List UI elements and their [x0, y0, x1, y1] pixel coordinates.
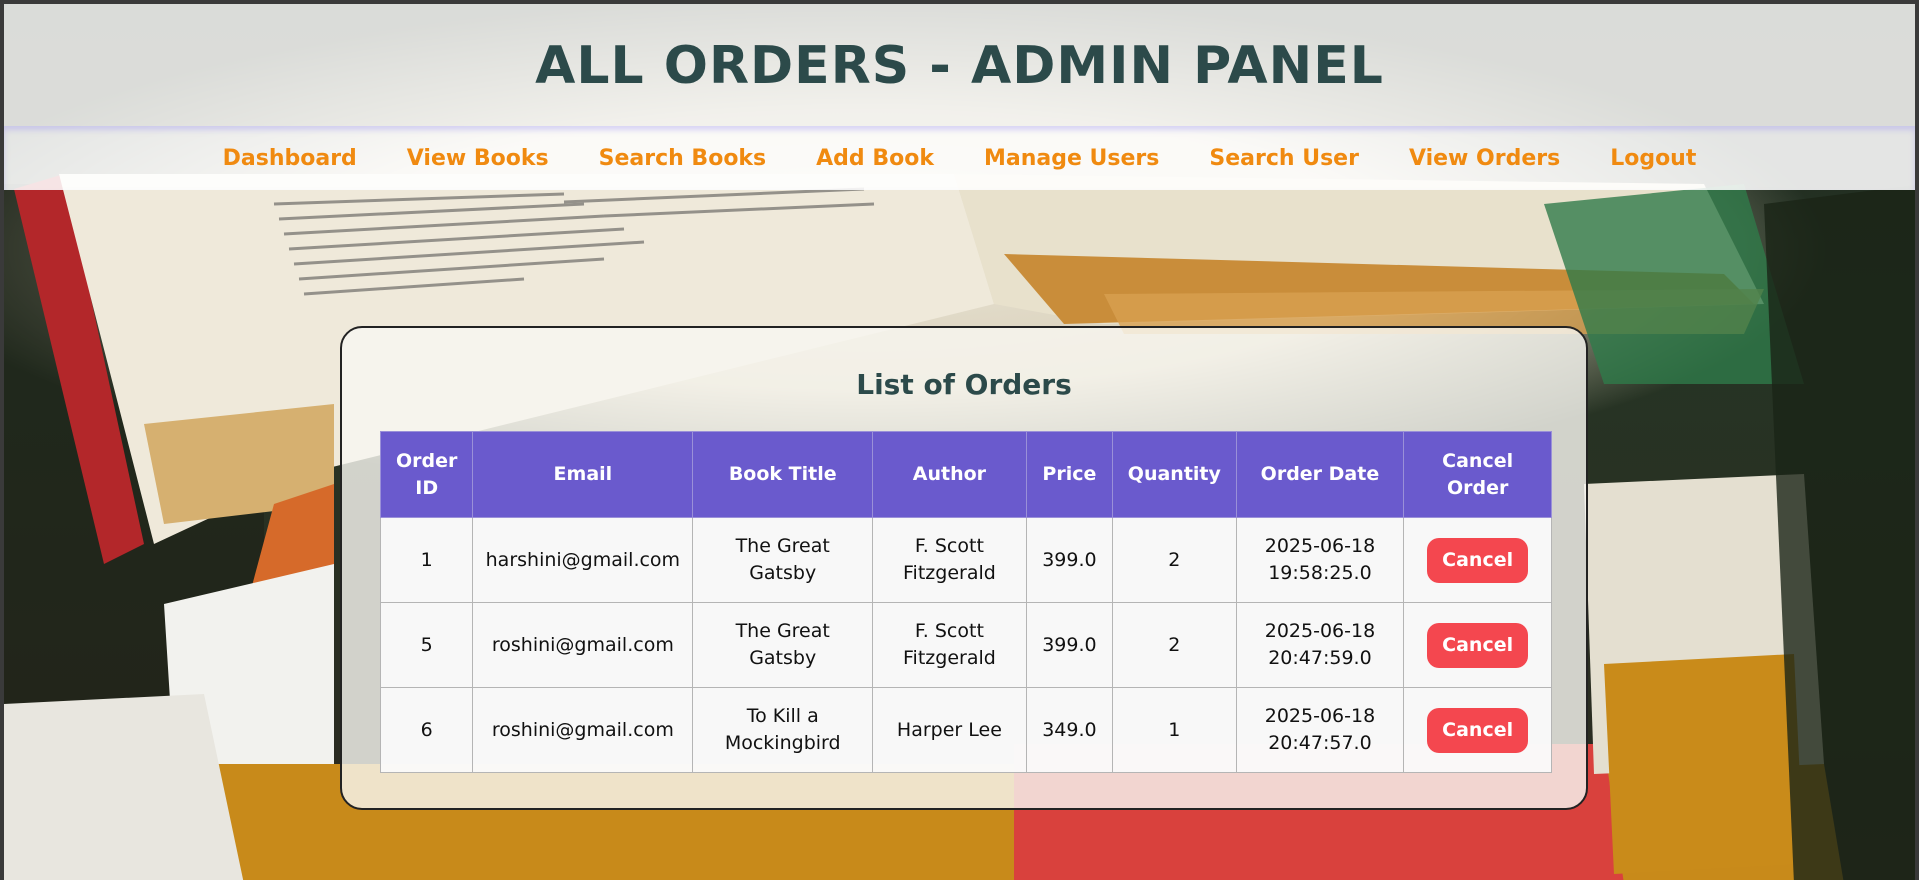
cell-book-title: To Kill a Mockingbird — [692, 687, 874, 773]
nav-dashboard-link[interactable]: Dashboard — [223, 146, 357, 171]
cancel-order-button[interactable]: Cancel — [1427, 622, 1529, 668]
cell-email: roshini@gmail.com — [472, 687, 694, 773]
cell-quantity: 1 — [1112, 687, 1237, 773]
nav-add-book-link[interactable]: Add Book — [816, 146, 934, 171]
col-book-title: Book Title — [692, 431, 874, 518]
orders-card: List of Orders Order ID Email Book Title… — [340, 326, 1588, 810]
cell-price: 399.0 — [1025, 602, 1114, 688]
nav-view-orders-link[interactable]: View Orders — [1409, 146, 1560, 171]
cell-order-date: 2025-06-18 19:58:25.0 — [1235, 517, 1405, 603]
cell-author: Harper Lee — [872, 687, 1027, 773]
orders-heading: List of Orders — [856, 368, 1072, 401]
nav-search-user-link[interactable]: Search User — [1209, 146, 1359, 171]
col-order-id: Order ID — [379, 431, 474, 518]
table-row: 6 roshini@gmail.com To Kill a Mockingbir… — [379, 687, 1552, 773]
cell-order-date: 2025-06-18 20:47:59.0 — [1235, 602, 1405, 688]
cell-price: 399.0 — [1025, 517, 1114, 603]
nav-logout-link[interactable]: Logout — [1610, 146, 1696, 171]
cell-order-date: 2025-06-18 20:47:57.0 — [1235, 687, 1405, 773]
table-row: 1 harshini@gmail.com The Great Gatsby F.… — [379, 517, 1552, 603]
cell-price: 349.0 — [1025, 687, 1114, 773]
table-header-row: Order ID Email Book Title Author Price Q… — [379, 431, 1552, 518]
page-title: ALL ORDERS - ADMIN PANEL — [535, 36, 1384, 96]
cell-cancel: Cancel — [1403, 517, 1552, 603]
browser-viewport: ALL ORDERS - ADMIN PANEL Dashboard View … — [0, 0, 1919, 880]
nav-manage-users-link[interactable]: Manage Users — [984, 146, 1159, 171]
cell-author: F. Scott Fitzgerald — [872, 517, 1027, 603]
orders-table: Order ID Email Book Title Author Price Q… — [379, 431, 1552, 773]
cancel-order-button[interactable]: Cancel — [1427, 707, 1529, 753]
col-cancel-order: Cancel Order — [1403, 431, 1552, 518]
cell-order-id: 5 — [379, 602, 474, 688]
cancel-order-button[interactable]: Cancel — [1427, 537, 1529, 583]
col-order-date: Order Date — [1235, 431, 1405, 518]
nav-search-books-link[interactable]: Search Books — [599, 146, 767, 171]
cell-quantity: 2 — [1112, 602, 1237, 688]
cell-author: F. Scott Fitzgerald — [872, 602, 1027, 688]
table-row: 5 roshini@gmail.com The Great Gatsby F. … — [379, 602, 1552, 688]
cell-cancel: Cancel — [1403, 687, 1552, 773]
col-email: Email — [472, 431, 694, 518]
cell-order-id: 6 — [379, 687, 474, 773]
cell-quantity: 2 — [1112, 517, 1237, 603]
nav-view-books-link[interactable]: View Books — [407, 146, 549, 171]
col-author: Author — [872, 431, 1027, 518]
cell-order-id: 1 — [379, 517, 474, 603]
cell-email: roshini@gmail.com — [472, 602, 694, 688]
cell-book-title: The Great Gatsby — [692, 517, 874, 603]
cell-cancel: Cancel — [1403, 602, 1552, 688]
col-quantity: Quantity — [1112, 431, 1237, 518]
cell-email: harshini@gmail.com — [472, 517, 694, 603]
page-header: ALL ORDERS - ADMIN PANEL — [4, 4, 1915, 126]
col-price: Price — [1025, 431, 1114, 518]
main-nav: Dashboard View Books Search Books Add Bo… — [4, 126, 1915, 190]
cell-book-title: The Great Gatsby — [692, 602, 874, 688]
